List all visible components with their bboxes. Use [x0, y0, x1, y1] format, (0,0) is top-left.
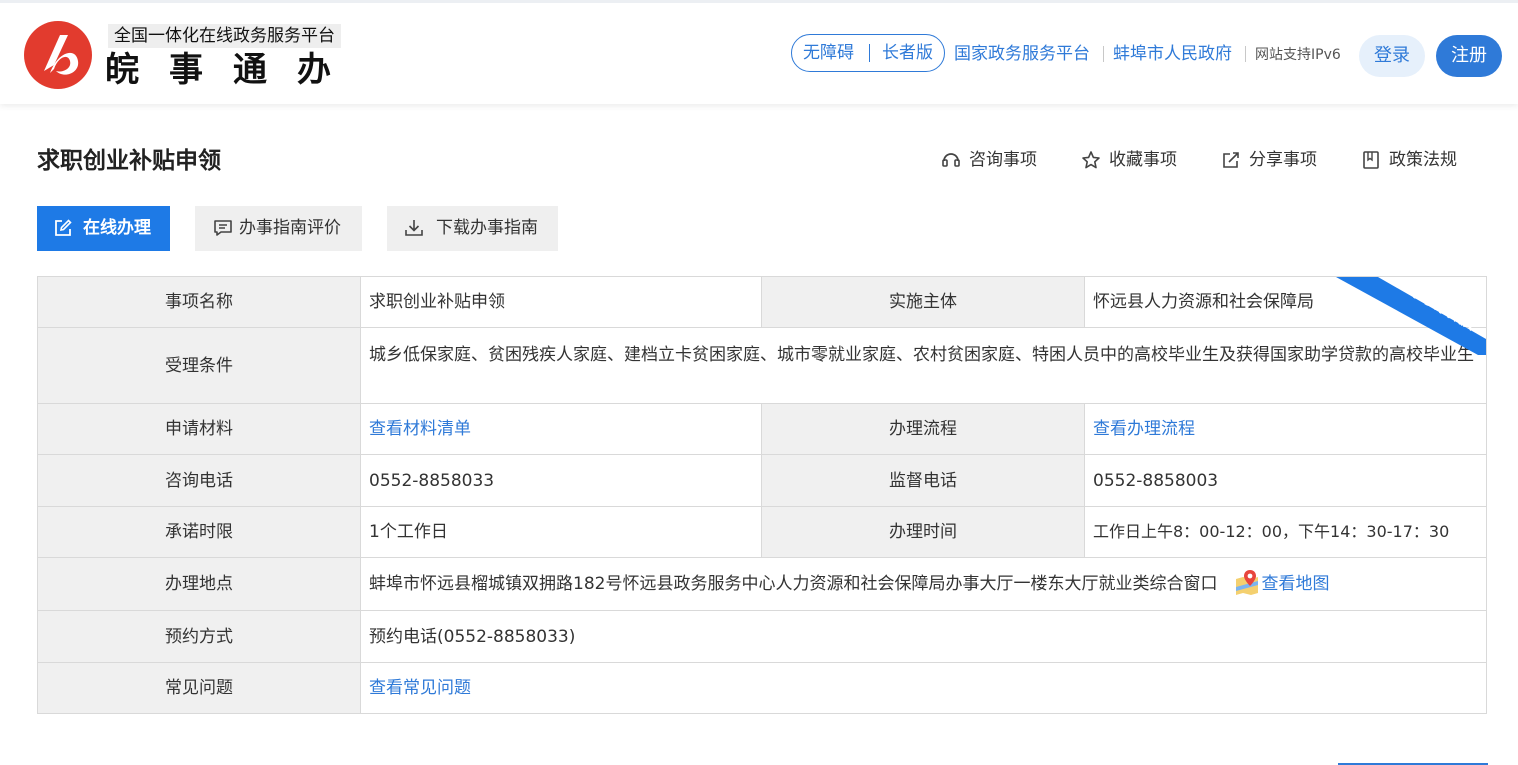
download-icon: [405, 220, 423, 236]
materials-cell: 查看材料清单: [361, 404, 762, 455]
address-cell: 蚌埠市怀远县榴城镇双拥路182号怀远县政务服务中心人力资源和社会保障局办事大厅一…: [361, 558, 1486, 611]
elderly-mode-link[interactable]: 长者版: [882, 35, 933, 71]
consult-action[interactable]: 咨询事项: [941, 147, 1051, 173]
tab-download-label: 下载办事指南: [436, 218, 538, 238]
supervise-phone-value: 0552-8858003: [1085, 455, 1486, 507]
conditions-label: 受理条件: [38, 328, 361, 404]
process-link[interactable]: 查看办理流程: [1093, 417, 1195, 441]
tab-eval-label: 办事指南评价: [239, 218, 341, 238]
view-map-link[interactable]: 查看地图: [1261, 572, 1329, 596]
comment-icon: [214, 220, 232, 236]
consult-label: 咨询事项: [969, 150, 1037, 170]
header-divider: [1245, 46, 1246, 62]
item-name-value: 求职创业补贴申领: [361, 277, 762, 328]
share-label: 分享事项: [1249, 150, 1317, 170]
address-label: 办理地点: [38, 558, 361, 611]
office-hours-label: 办理时间: [762, 507, 1085, 558]
star-icon: [1082, 151, 1100, 169]
platform-subtitle: 全国一体化在线政务服务平台: [108, 24, 341, 48]
header-divider: [1103, 46, 1104, 62]
simplified-version-ribbon[interactable]: 简洁版: [1336, 277, 1486, 355]
materials-list-link[interactable]: 查看材料清单: [369, 417, 471, 441]
tab-guide-evaluation[interactable]: 办事指南评价: [195, 206, 362, 251]
ipv6-note: 网站支持IPv6: [1255, 47, 1341, 63]
faq-link[interactable]: 查看常见问题: [369, 676, 471, 700]
accessibility-link[interactable]: 无障碍: [803, 35, 854, 71]
map-pin-icon[interactable]: [1235, 569, 1259, 595]
process-cell: 查看办理流程: [1085, 404, 1486, 455]
conditions-value: 城乡低保家庭、贫困残疾人家庭、建档立卡贫困家庭、城市零就业家庭、农村贫困家庭、特…: [361, 328, 1486, 404]
accessibility-toggle-group: 无障碍 长者版: [791, 34, 945, 72]
office-hours-value: 工作日上午8：00-12：00，下午14：30-17：30: [1085, 507, 1486, 558]
favorite-label: 收藏事项: [1109, 150, 1177, 170]
edit-icon: [55, 219, 72, 236]
city-gov-link[interactable]: 蚌埠市人民政府: [1113, 41, 1232, 67]
tab-download-guide[interactable]: 下载办事指南: [387, 206, 558, 251]
site-header: 全国一体化在线政务服务平台 皖事通办 无障碍 长者版 国家政务服务平台 蚌埠市人…: [0, 0, 1518, 104]
faq-cell: 查看常见问题: [361, 663, 1486, 713]
brand-logo-icon[interactable]: [24, 21, 92, 89]
consult-phone-value: 0552-8858033: [361, 455, 762, 507]
brand-name[interactable]: 皖事通办: [105, 49, 361, 91]
time-limit-value: 1个工作日: [361, 507, 762, 558]
address-value: 蚌埠市怀远县榴城镇双拥路182号怀远县政务服务中心人力资源和社会保障局办事大厅一…: [369, 574, 1218, 594]
tab-online-label: 在线办理: [83, 218, 151, 238]
page-title: 求职创业补贴申领: [37, 148, 221, 174]
headset-icon: [942, 153, 960, 167]
policy-action[interactable]: 政策法规: [1361, 147, 1471, 173]
agency-label: 实施主体: [762, 277, 1085, 328]
tab-online-apply[interactable]: 在线办理: [37, 206, 170, 251]
pill-divider: [869, 44, 870, 62]
favorite-action[interactable]: 收藏事项: [1081, 147, 1191, 173]
login-button[interactable]: 登录: [1359, 35, 1425, 77]
item-info-table: 事项名称 求职创业补贴申领 实施主体 怀远县人力资源和社会保障局 受理条件 城乡…: [37, 276, 1487, 714]
share-action[interactable]: 分享事项: [1221, 147, 1331, 173]
consult-phone-label: 咨询电话: [38, 455, 361, 507]
item-name-label: 事项名称: [38, 277, 361, 328]
time-limit-label: 承诺时限: [38, 507, 361, 558]
appointment-value: 预约电话(0552-8858033): [361, 611, 1486, 663]
book-icon: [1363, 151, 1379, 169]
share-icon: [1223, 152, 1239, 168]
supervise-phone-label: 监督电话: [762, 455, 1085, 507]
policy-label: 政策法规: [1389, 150, 1457, 170]
national-platform-link[interactable]: 国家政务服务平台: [954, 41, 1090, 67]
register-button[interactable]: 注册: [1436, 35, 1502, 77]
faq-label: 常见问题: [38, 663, 361, 713]
materials-label: 申请材料: [38, 404, 361, 455]
appointment-label: 预约方式: [38, 611, 361, 663]
process-label: 办理流程: [762, 404, 1085, 455]
